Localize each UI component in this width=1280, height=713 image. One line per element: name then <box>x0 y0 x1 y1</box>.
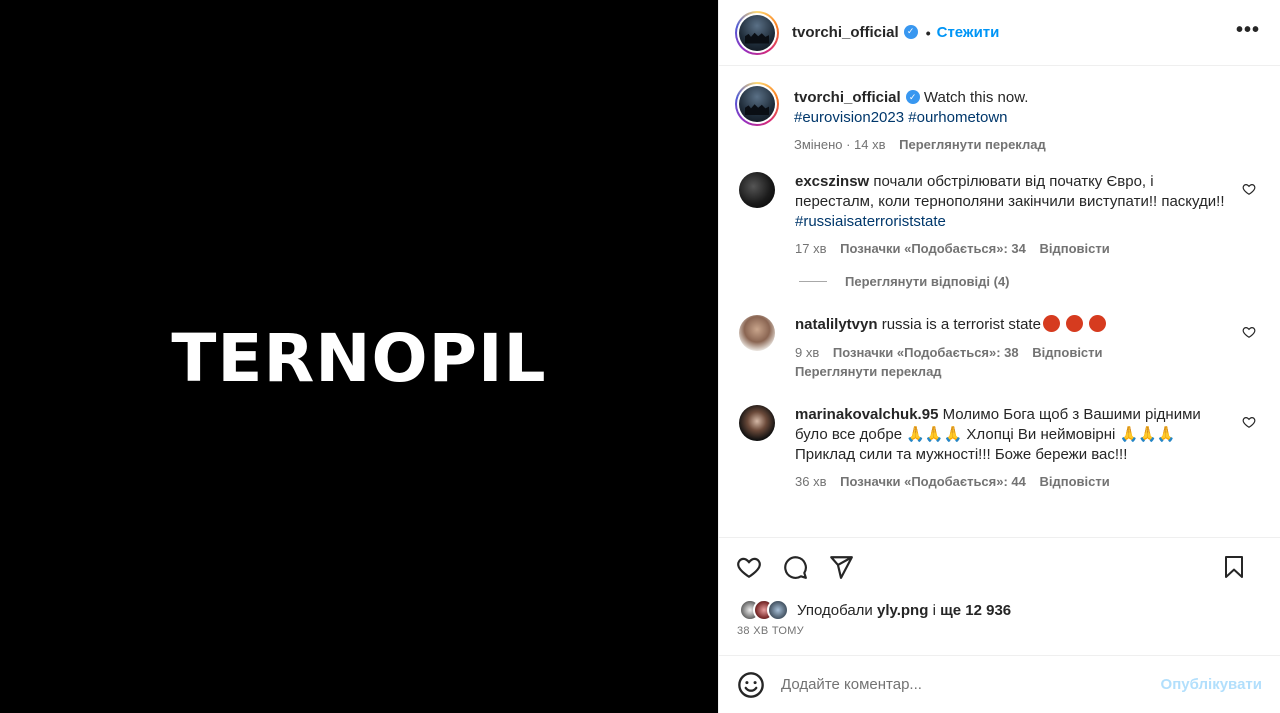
follow-button[interactable]: Стежити <box>937 24 1000 41</box>
liker-avatars[interactable] <box>739 599 789 621</box>
view-replies-button[interactable]: Переглянути відповіді (4) <box>799 274 1264 289</box>
likes-prefix: Уподобали <box>797 601 873 619</box>
hashtag-link[interactable]: #eurovision2023 <box>794 109 904 126</box>
commenter-avatar[interactable] <box>739 172 775 208</box>
hashtag-link[interactable]: #russiaisaterroriststate <box>795 213 946 230</box>
caption-avatar[interactable] <box>735 82 779 126</box>
reply-button[interactable]: Відповісти <box>1040 474 1110 489</box>
bookmark-icon[interactable] <box>1220 553 1248 581</box>
author-avatar[interactable] <box>735 10 779 55</box>
comment-time: 17 хв <box>795 241 827 256</box>
post-header: tvorchi_official ✓ • Стежити ••• <box>719 0 1280 66</box>
like-comment-heart-icon[interactable] <box>1242 415 1256 429</box>
translate-button[interactable]: Переглянути переклад <box>795 364 942 379</box>
likes-count-link[interactable]: ще 12 936 <box>940 602 1011 619</box>
caption-text: Watch this now. <box>923 89 1029 106</box>
comment-input[interactable] <box>781 676 1141 693</box>
comment-text: Приклад сили та мужності!!! Боже бережи … <box>795 446 1128 463</box>
reply-button[interactable]: Відповісти <box>1032 345 1102 360</box>
comment-text: Хлопці Ви неймовірні <box>966 426 1116 443</box>
post-panel: tvorchi_official ✓ • Стежити ••• tvorchi… <box>718 0 1280 713</box>
publish-button[interactable]: Опублікувати <box>1161 676 1262 693</box>
like-heart-icon[interactable] <box>735 553 763 581</box>
comment-time: 9 хв <box>795 345 820 360</box>
angry-emoji-icon <box>1066 315 1084 332</box>
comment-username[interactable]: marinakovalchuk.95 <box>795 406 938 423</box>
edited-label: Змінено · 14 хв <box>794 137 886 152</box>
verified-icon: ✓ <box>905 90 920 105</box>
reply-button[interactable]: Відповісти <box>1040 241 1110 256</box>
more-options-icon[interactable]: ••• <box>1236 20 1260 40</box>
verified-icon: ✓ <box>903 24 918 39</box>
likes-summary: Уподобали yly.png і ще 12 936 <box>719 595 1280 625</box>
comment-username[interactable]: natalilytvyn <box>795 316 878 333</box>
likes-middle: і <box>932 601 936 619</box>
like-comment-heart-icon[interactable] <box>1242 325 1256 339</box>
media-text: TERNOPIL <box>171 320 547 397</box>
separator-dot: • <box>925 24 931 41</box>
share-send-icon[interactable] <box>827 553 855 581</box>
comment-username[interactable]: excszinsw <box>795 173 869 190</box>
action-bar <box>719 537 1280 595</box>
comment-time: 36 хв <box>795 474 827 489</box>
hashtag-link[interactable]: #ourhometown <box>908 109 1007 126</box>
angry-emoji-icon <box>1042 315 1060 332</box>
post-media[interactable]: TERNOPIL <box>0 0 718 713</box>
comment-item: marinakovalchuk.95 Молимо Бога щоб з Ваш… <box>735 405 1264 489</box>
angry-emoji-icon <box>1089 315 1107 332</box>
liker-username[interactable]: yly.png <box>877 602 928 619</box>
author-username[interactable]: tvorchi_official <box>792 24 899 41</box>
comment-composer: Опублікувати <box>719 655 1280 713</box>
commenter-avatar[interactable] <box>739 315 775 351</box>
like-comment-heart-icon[interactable] <box>1242 182 1256 196</box>
comment-likes[interactable]: Позначки «Подобається»: 44 <box>840 474 1026 489</box>
post-time[interactable]: 38 ХВ ТОМУ <box>719 625 1280 647</box>
pray-emoji-icon: 🙏🙏🙏 <box>906 426 963 443</box>
comment-text: russia is a terrorist state <box>881 316 1041 333</box>
comments-list[interactable]: tvorchi_official ✓ Watch this now. #eurov… <box>719 66 1280 537</box>
caption: tvorchi_official ✓ Watch this now. #eurov… <box>735 82 1264 152</box>
comment-item: natalilytvyn russia is a terrorist state… <box>735 315 1264 379</box>
caption-username[interactable]: tvorchi_official <box>794 89 901 106</box>
pray-emoji-icon: 🙏🙏🙏 <box>1119 426 1176 443</box>
comment-likes[interactable]: Позначки «Подобається»: 34 <box>840 241 1026 256</box>
comment-likes[interactable]: Позначки «Подобається»: 38 <box>833 345 1019 360</box>
emoji-picker-icon[interactable] <box>737 671 765 699</box>
comment-item: excszinsw почали обстрілювати від початк… <box>735 172 1264 256</box>
comment-bubble-icon[interactable] <box>781 553 809 581</box>
commenter-avatar[interactable] <box>739 405 775 441</box>
translate-button[interactable]: Переглянути переклад <box>899 137 1046 152</box>
